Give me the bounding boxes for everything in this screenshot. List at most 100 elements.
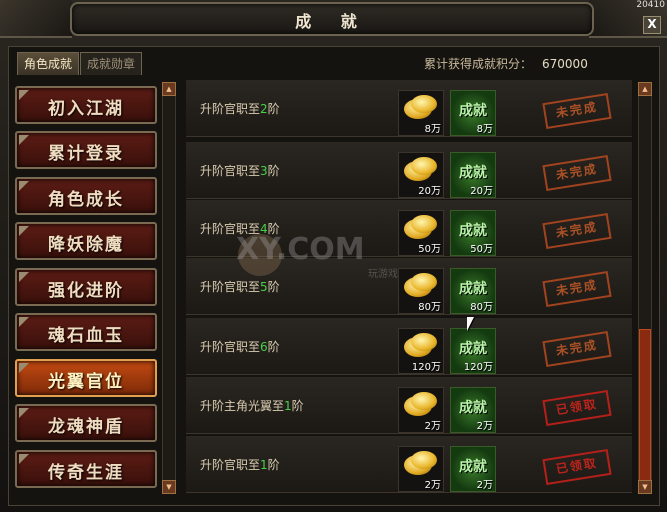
gold-amount: 2万 [424, 421, 441, 432]
desc-suffix: 阶 [267, 280, 280, 294]
category-button[interactable]: 魂石血玉 [15, 313, 157, 351]
desc-prefix: 升阶官职至 [200, 164, 261, 178]
achievement-desc: 升阶官职至5阶 [200, 278, 280, 295]
category-button[interactable]: 传奇生涯 [15, 450, 157, 488]
desc-level: 6 [260, 340, 268, 354]
points-amount: 2万 [476, 421, 493, 432]
achievement-badge-icon[interactable]: 成就 2万 [450, 446, 496, 492]
achievement-badge-icon[interactable]: 成就 20万 [450, 152, 496, 198]
status-stamp: 未完成 [542, 330, 612, 368]
achievement-desc: 升阶主角光翼至1阶 [200, 397, 304, 414]
achievement-row: 升阶主角光翼至1阶 2万 成就 2万 已领取 [186, 377, 632, 434]
category-label: 龙魂神盾 [48, 417, 124, 437]
category-label: 强化进阶 [48, 281, 124, 301]
desc-prefix: 升阶官职至 [200, 458, 261, 472]
category-button-selected[interactable]: 光翼官位 [15, 359, 157, 397]
achievement-badge-icon[interactable]: 成就 50万 [450, 210, 496, 256]
gold-coins-icon[interactable]: 80万 [398, 268, 444, 314]
gold-coins-icon[interactable]: 2万 [398, 446, 444, 492]
category-label: 初入江湖 [48, 99, 124, 119]
gold-coins-icon[interactable]: 20万 [398, 152, 444, 198]
achievement-row: 升阶官职至6阶 120万 成就 120万 未完成 [186, 318, 632, 375]
score-value: 670000 [542, 57, 588, 71]
achievement-desc: 升阶官职至1阶 [200, 456, 280, 473]
achievement-row: 升阶官职至2阶 8万 成就 8万 未完成 [186, 80, 632, 137]
category-button[interactable]: 累计登录 [15, 131, 157, 169]
close-icon[interactable]: X [643, 16, 661, 34]
status-stamp: 未完成 [542, 270, 612, 308]
list-scrollbar[interactable]: ▲ ▼ [638, 82, 652, 494]
achievement-badge-icon[interactable]: 成就 2万 [450, 387, 496, 433]
category-button[interactable]: 角色成长 [15, 177, 157, 215]
achievement-row: 升阶官职至3阶 20万 成就 20万 未完成 [186, 142, 632, 199]
coin-shape [411, 95, 437, 113]
points-amount: 120万 [463, 362, 493, 373]
title-bar: 成 就 [70, 2, 594, 36]
frame-corner-left [0, 0, 72, 38]
desc-suffix: 阶 [267, 458, 280, 472]
achievement-list: 升阶官职至2阶 8万 成就 8万 未完成 升阶官职至3阶 20万 成就 20万 未完… [186, 80, 632, 496]
gold-coins-icon[interactable]: 120万 [398, 328, 444, 374]
category-button[interactable]: 龙魂神盾 [15, 404, 157, 442]
desc-suffix: 阶 [291, 399, 304, 413]
gold-coins-icon[interactable]: 8万 [398, 90, 444, 136]
points-amount: 8万 [476, 124, 493, 135]
category-label: 光翼官位 [48, 372, 124, 392]
arrow-up-icon[interactable]: ▲ [162, 82, 176, 96]
desc-suffix: 阶 [267, 102, 280, 116]
mouse-cursor-icon [467, 317, 474, 331]
gold-amount: 20万 [418, 186, 441, 197]
category-button[interactable]: 初入江湖 [15, 86, 157, 124]
sidebar-scrollbar[interactable]: ▲ ▼ [162, 82, 176, 494]
gold-coins-icon[interactable]: 2万 [398, 387, 444, 433]
desc-level: 5 [260, 280, 268, 294]
achievement-desc: 升阶官职至2阶 [200, 100, 280, 117]
gold-amount: 2万 [424, 480, 441, 491]
tab-role-achievements[interactable]: 角色成就 [17, 52, 80, 75]
badge-text: 成就 [459, 400, 487, 416]
achievement-badge-icon[interactable]: 成就 120万 [450, 328, 496, 374]
coin-shape [411, 273, 437, 291]
points-amount: 50万 [470, 244, 493, 255]
arrow-up-icon[interactable]: ▲ [638, 82, 652, 96]
desc-level: 2 [260, 102, 268, 116]
desc-prefix: 升阶官职至 [200, 340, 261, 354]
category-label: 降妖除魔 [48, 235, 124, 255]
tab-achievement-medals[interactable]: 成就勋章 [80, 52, 143, 75]
badge-text: 成就 [459, 281, 487, 297]
badge-text: 成就 [459, 341, 487, 357]
achievement-badge-icon[interactable]: 成就 80万 [450, 268, 496, 314]
arrow-down-icon[interactable]: ▼ [638, 480, 652, 494]
score-label: 累计获得成就积分： [424, 57, 533, 71]
points-amount: 80万 [470, 302, 493, 313]
achievement-badge-icon[interactable]: 成就 8万 [450, 90, 496, 136]
category-label: 传奇生涯 [48, 463, 124, 483]
status-stamp: 已领取 [542, 389, 612, 427]
status-stamp: 未完成 [542, 154, 612, 192]
arrow-down-icon[interactable]: ▼ [162, 480, 176, 494]
status-stamp: 已领取 [542, 448, 612, 486]
gold-coins-icon[interactable]: 50万 [398, 210, 444, 256]
points-amount: 20万 [470, 186, 493, 197]
scroll-thumb[interactable] [639, 329, 651, 481]
achievement-row: 升阶官职至1阶 2万 成就 2万 已领取 [186, 436, 632, 493]
desc-level: 1 [260, 458, 268, 472]
category-label: 累计登录 [48, 144, 124, 164]
coin-shape [411, 215, 437, 233]
desc-level: 3 [260, 164, 268, 178]
game-window: 20410 成 就 X 角色成就 成就勋章 累计获得成就积分： 670000 初入… [0, 0, 667, 512]
badge-text: 成就 [459, 165, 487, 181]
desc-prefix: 升阶官职至 [200, 280, 261, 294]
category-label: 角色成长 [48, 190, 124, 210]
achievement-score: 累计获得成就积分： 670000 [424, 55, 588, 72]
points-amount: 2万 [476, 480, 493, 491]
desc-level: 1 [284, 399, 292, 413]
status-stamp: 未完成 [542, 212, 612, 250]
category-button[interactable]: 强化进阶 [15, 268, 157, 306]
watermark-text: XY.COM [236, 232, 365, 267]
category-button[interactable]: 降妖除魔 [15, 222, 157, 260]
coin-shape [411, 333, 437, 351]
top-number: 20410 [636, 0, 665, 10]
gold-amount: 120万 [411, 362, 441, 373]
desc-prefix: 升阶官职至 [200, 102, 261, 116]
